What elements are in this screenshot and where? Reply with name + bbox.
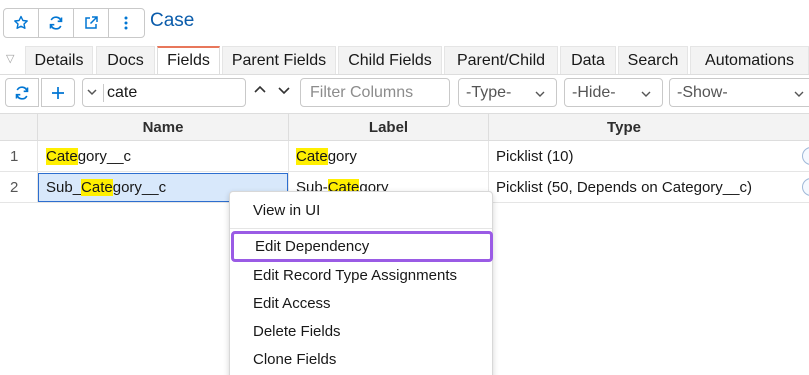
row-number: 2	[10, 179, 19, 196]
more-vertical-icon	[124, 16, 128, 30]
column-header-name[interactable]: Name	[38, 119, 288, 136]
filter-columns-input[interactable]: Filter Columns	[300, 78, 450, 107]
type-select-value: -Type-	[466, 84, 512, 101]
name-text: gory__c	[112, 179, 167, 196]
external-link-icon	[85, 16, 98, 29]
tab-docs[interactable]: Docs	[96, 46, 155, 74]
open-external-button[interactable]	[74, 9, 109, 37]
refresh-button[interactable]	[39, 9, 74, 37]
menu-item-edit-dependency[interactable]: Edit Dependency	[231, 231, 493, 262]
menu-item-view-in-ui[interactable]: View in UI	[230, 196, 492, 224]
tab-details[interactable]: Details	[25, 46, 93, 74]
show-select-value: -Show-	[677, 84, 728, 101]
star-icon	[14, 15, 28, 29]
column-divider	[288, 141, 289, 172]
search-match-highlight: Cate	[296, 148, 328, 165]
page-title: Case	[150, 10, 195, 31]
menu-item-clone-fields[interactable]: Clone Fields	[230, 345, 492, 373]
collapse-triangle-icon[interactable]: ▽	[6, 52, 14, 65]
row-toggle[interactable]	[802, 178, 809, 196]
name-text: gory__c	[77, 148, 132, 165]
type-cell[interactable]: Picklist (50, Depends on Category__c)	[496, 179, 752, 196]
column-header-type[interactable]: Type	[489, 119, 759, 136]
add-button[interactable]	[41, 78, 75, 107]
tab-parent-fields[interactable]: Parent Fields	[222, 46, 336, 74]
column-divider	[488, 141, 489, 172]
chevron-down-icon	[535, 91, 545, 97]
chevron-up-icon[interactable]	[252, 82, 268, 98]
search-match-highlight: Cate	[46, 148, 78, 165]
refresh-icon	[15, 85, 29, 100]
chevron-down-icon[interactable]	[86, 86, 98, 98]
tab-automations[interactable]: Automations	[690, 46, 809, 74]
hide-select-value: -Hide-	[572, 84, 616, 101]
menu-divider	[230, 228, 492, 229]
more-button[interactable]	[109, 9, 144, 37]
tab-parent-child[interactable]: Parent/Child	[444, 46, 558, 74]
search-input-value: cate	[107, 84, 138, 101]
name-text: Sub_	[46, 179, 82, 196]
column-header-label[interactable]: Label	[289, 119, 488, 136]
menu-item-edit-record-type-assignments[interactable]: Edit Record Type Assignments	[230, 261, 492, 289]
chevron-down-icon[interactable]	[276, 82, 292, 98]
plus-icon	[52, 86, 64, 99]
table-row[interactable]: 1 Category__c Category Picklist (10)	[0, 141, 809, 172]
search-input[interactable]: cate	[82, 78, 246, 107]
tab-fields[interactable]: Fields	[157, 46, 220, 74]
tabs-divider	[0, 74, 809, 75]
tab-child-fields[interactable]: Child Fields	[338, 46, 442, 74]
menu-item-edit-access[interactable]: Edit Access	[230, 289, 492, 317]
chevron-down-icon	[641, 91, 651, 97]
context-menu: View in UI Edit Dependency Edit Record T…	[229, 191, 493, 375]
row-number: 1	[10, 148, 19, 165]
type-select[interactable]: -Type-	[458, 78, 557, 107]
grid-header: Name Label Type	[0, 113, 809, 142]
type-cell[interactable]: Picklist (10)	[496, 148, 574, 165]
hide-select[interactable]: -Hide-	[564, 78, 663, 107]
menu-item-delete-fields[interactable]: Delete Fields	[230, 317, 492, 345]
row-toggle[interactable]	[802, 147, 809, 165]
reload-grid-button[interactable]	[5, 78, 39, 107]
favorite-button[interactable]	[4, 9, 39, 37]
header-button-group	[3, 8, 145, 38]
refresh-icon	[49, 16, 63, 30]
tab-search[interactable]: Search	[618, 46, 688, 74]
show-select[interactable]: -Show-	[669, 78, 809, 107]
label-text: gory	[327, 148, 357, 165]
tab-data[interactable]: Data	[560, 46, 616, 74]
name-cell[interactable]: Sub_Category__c	[46, 179, 166, 196]
column-divider	[37, 141, 38, 172]
label-cell[interactable]: Category	[296, 148, 357, 165]
tab-bar: ▽ Details Docs Fields Parent Fields Chil…	[0, 46, 809, 74]
input-divider	[103, 84, 104, 102]
name-cell[interactable]: Category__c	[46, 148, 131, 165]
chevron-down-icon	[794, 91, 804, 97]
search-match-highlight: Cate	[81, 179, 113, 196]
